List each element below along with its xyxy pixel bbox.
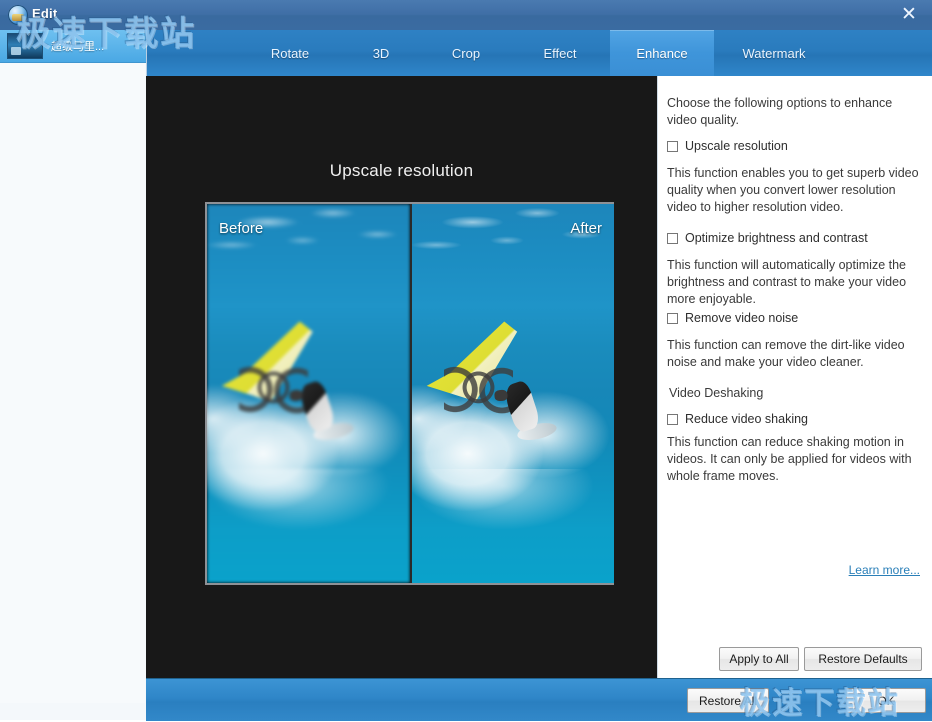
after-label: After [570, 220, 602, 237]
panel-button-row: Apply to All Restore Defaults [658, 647, 932, 677]
remove-video-noise-label: Remove video noise [685, 311, 798, 326]
reduce-video-shaking-label: Reduce video shaking [685, 412, 808, 427]
edit-dialog: Edit ✕ Rotate 3D Crop Effect Enhance Wat… [0, 0, 932, 720]
apply-to-all-button[interactable]: Apply to All [719, 647, 799, 671]
tab-3d[interactable]: 3D [340, 30, 422, 76]
tab-watermark[interactable]: Watermark [714, 30, 834, 76]
upscale-resolution-description: This function enables you to get superb … [667, 165, 925, 216]
preview-area: Upscale resolution Before [146, 76, 657, 678]
tab-effect-label: Effect [543, 46, 576, 61]
optimize-brightness-label: Optimize brightness and contrast [685, 231, 868, 246]
checkbox-box-icon [667, 141, 678, 152]
tab-enhance-label: Enhance [636, 46, 687, 61]
video-deshaking-group-label: Video Deshaking [669, 386, 763, 400]
optimize-brightness-description: This function will automatically optimiz… [667, 257, 925, 308]
app-logo-icon [8, 5, 28, 25]
window-title: Edit [32, 6, 57, 21]
tab-3d-label: 3D [373, 46, 390, 61]
preview-after-pane: After [412, 204, 614, 583]
tab-rotate-label: Rotate [271, 46, 309, 61]
before-label: Before [219, 220, 263, 237]
tab-enhance[interactable]: Enhance [610, 30, 714, 76]
file-list-body [0, 63, 145, 703]
learn-more-link[interactable]: Learn more... [849, 563, 920, 577]
reduce-video-shaking-description: This function can reduce shaking motion … [667, 434, 925, 485]
checkbox-box-icon [667, 233, 678, 244]
tab-rotate[interactable]: Rotate [240, 30, 340, 76]
close-icon[interactable]: ✕ [886, 0, 932, 29]
tab-watermark-label: Watermark [742, 46, 805, 61]
video-thumbnail-icon [7, 33, 43, 59]
list-item[interactable]: 超级马里... [0, 30, 146, 63]
remove-video-noise-description: This function can remove the dirt-like v… [667, 337, 925, 371]
restore-all-button[interactable]: Restore All [687, 688, 769, 713]
tab-bar: Rotate 3D Crop Effect Enhance Watermark [145, 30, 932, 77]
restore-defaults-button[interactable]: Restore Defaults [804, 647, 922, 671]
enhance-options-panel: Choose the following options to enhance … [657, 76, 932, 678]
checkbox-box-icon [667, 313, 678, 324]
preview-title: Upscale resolution [146, 161, 657, 181]
bottom-action-bar: Restore All OK Cancel [146, 678, 932, 721]
remove-video-noise-checkbox[interactable]: Remove video noise [667, 311, 798, 326]
before-after-comparison: Before After [205, 202, 614, 585]
after-image [412, 204, 614, 583]
list-item-label: 超级马里... [51, 38, 104, 54]
tab-effect[interactable]: Effect [510, 30, 610, 76]
preview-before-pane: Before [207, 204, 410, 583]
tab-crop-label: Crop [452, 46, 480, 61]
panel-intro-text: Choose the following options to enhance … [667, 95, 917, 129]
reduce-video-shaking-checkbox[interactable]: Reduce video shaking [667, 412, 808, 427]
title-bar: Edit ✕ [0, 0, 932, 31]
upscale-resolution-checkbox[interactable]: Upscale resolution [667, 139, 788, 154]
tab-list: Rotate 3D Crop Effect Enhance Watermark [240, 30, 834, 76]
upscale-resolution-label: Upscale resolution [685, 139, 788, 154]
file-list-sidebar: 超级马里... [0, 30, 147, 720]
checkbox-box-icon [667, 414, 678, 425]
optimize-brightness-checkbox[interactable]: Optimize brightness and contrast [667, 231, 868, 246]
before-image [207, 204, 410, 583]
ok-button[interactable]: OK [846, 688, 926, 713]
tab-crop[interactable]: Crop [422, 30, 510, 76]
